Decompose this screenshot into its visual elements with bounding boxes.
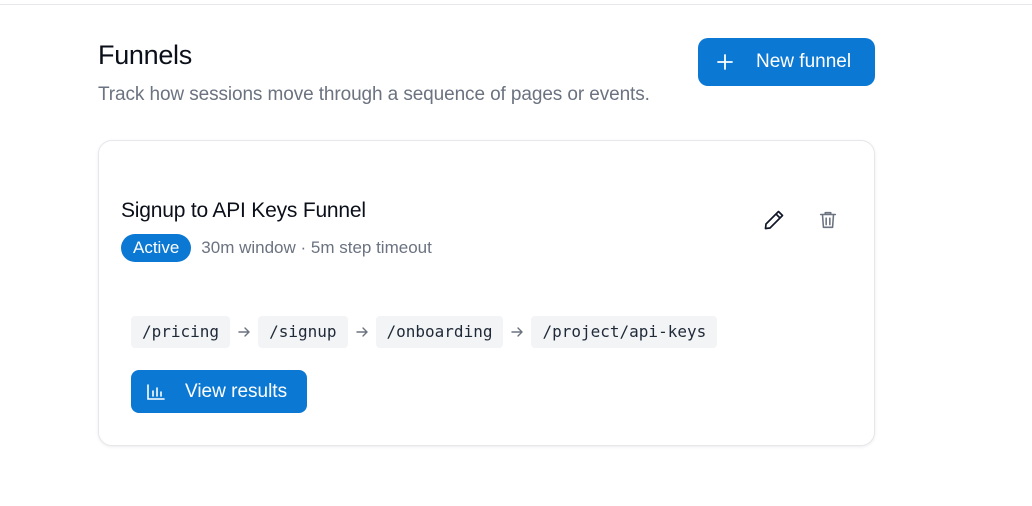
view-results-button[interactable]: View results <box>131 370 307 413</box>
pencil-icon <box>764 210 784 230</box>
funnel-name: Signup to API Keys Funnel <box>121 199 366 222</box>
bar-chart-icon <box>147 383 165 400</box>
page-subtitle: Track how sessions move through a sequen… <box>98 84 650 105</box>
edit-funnel-button[interactable] <box>761 207 787 233</box>
trash-icon <box>819 211 837 229</box>
funnel-card: Signup to API Keys Funnel Active 30m win… <box>98 140 875 446</box>
arrow-right-icon <box>348 325 376 339</box>
step-chip-pricing: /pricing <box>131 316 231 348</box>
arrow-right-icon <box>230 325 258 339</box>
step-chip-api-keys: /project/api-keys <box>531 316 718 348</box>
funnel-steps: /pricing /signup /onboarding /project/ap… <box>131 316 718 348</box>
arrow-right-icon <box>503 325 531 339</box>
step-chip-signup: /signup <box>258 316 348 348</box>
plus-icon <box>717 54 733 70</box>
funnel-meta: 30m window · 5m step timeout <box>201 238 432 257</box>
new-funnel-button[interactable]: New funnel <box>698 38 875 86</box>
status-badge: Active <box>121 234 192 262</box>
step-chip-onboarding: /onboarding <box>375 316 504 348</box>
delete-funnel-button[interactable] <box>815 207 841 233</box>
view-results-label: View results <box>185 380 288 402</box>
new-funnel-label: New funnel <box>756 51 852 72</box>
page-title: Funnels <box>98 40 192 70</box>
top-divider <box>0 4 1032 5</box>
funnel-meta-row: Active 30m window · 5m step timeout <box>121 234 432 262</box>
